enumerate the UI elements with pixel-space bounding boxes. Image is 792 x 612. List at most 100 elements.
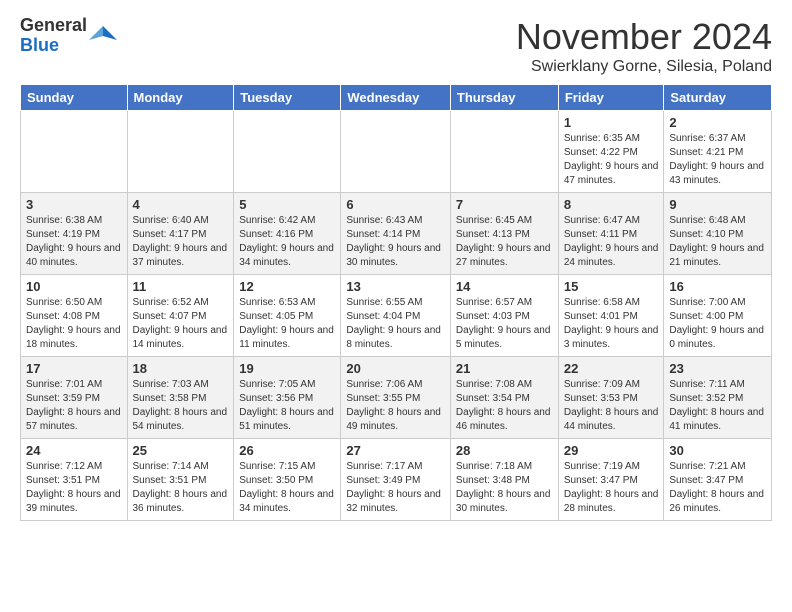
calendar-cell: 7 Sunrise: 6:45 AMSunset: 4:13 PMDayligh… [450,192,558,274]
day-info: Sunrise: 7:21 AMSunset: 3:47 PMDaylight:… [669,461,764,514]
day-number: 3 [26,197,122,212]
day-number: 29 [564,443,659,458]
day-number: 11 [133,279,229,294]
day-info: Sunrise: 6:52 AMSunset: 4:07 PMDaylight:… [133,297,228,350]
day-info: Sunrise: 6:53 AMSunset: 4:05 PMDaylight:… [239,297,334,350]
calendar-cell: 29 Sunrise: 7:19 AMSunset: 3:47 PMDaylig… [558,438,664,520]
week-row-1: 1 Sunrise: 6:35 AMSunset: 4:22 PMDayligh… [21,110,772,192]
calendar-cell: 1 Sunrise: 6:35 AMSunset: 4:22 PMDayligh… [558,110,664,192]
calendar-cell [234,110,341,192]
day-number: 20 [346,361,445,376]
day-number: 9 [669,197,766,212]
day-number: 30 [669,443,766,458]
week-row-3: 10 Sunrise: 6:50 AMSunset: 4:08 PMDaylig… [21,274,772,356]
calendar-cell: 14 Sunrise: 6:57 AMSunset: 4:03 PMDaylig… [450,274,558,356]
location-title: Swierklany Gorne, Silesia, Poland [516,58,772,76]
month-title: November 2024 [516,16,772,58]
day-info: Sunrise: 6:40 AMSunset: 4:17 PMDaylight:… [133,215,228,268]
day-number: 25 [133,443,229,458]
calendar-cell: 3 Sunrise: 6:38 AMSunset: 4:19 PMDayligh… [21,192,128,274]
day-number: 26 [239,443,335,458]
calendar-cell: 24 Sunrise: 7:12 AMSunset: 3:51 PMDaylig… [21,438,128,520]
logo-general: General [20,16,87,36]
day-info: Sunrise: 7:08 AMSunset: 3:54 PMDaylight:… [456,379,551,432]
day-info: Sunrise: 6:57 AMSunset: 4:03 PMDaylight:… [456,297,551,350]
day-info: Sunrise: 6:50 AMSunset: 4:08 PMDaylight:… [26,297,121,350]
day-info: Sunrise: 6:58 AMSunset: 4:01 PMDaylight:… [564,297,659,350]
day-number: 1 [564,115,659,130]
day-number: 27 [346,443,445,458]
calendar-cell: 20 Sunrise: 7:06 AMSunset: 3:55 PMDaylig… [341,356,451,438]
day-info: Sunrise: 7:14 AMSunset: 3:51 PMDaylight:… [133,461,228,514]
day-number: 19 [239,361,335,376]
title-area: November 2024 Swierklany Gorne, Silesia,… [516,16,772,76]
day-info: Sunrise: 7:09 AMSunset: 3:53 PMDaylight:… [564,379,659,432]
calendar-cell: 27 Sunrise: 7:17 AMSunset: 3:49 PMDaylig… [341,438,451,520]
day-number: 2 [669,115,766,130]
calendar-cell: 30 Sunrise: 7:21 AMSunset: 3:47 PMDaylig… [664,438,772,520]
day-number: 23 [669,361,766,376]
calendar-cell: 23 Sunrise: 7:11 AMSunset: 3:52 PMDaylig… [664,356,772,438]
day-info: Sunrise: 7:15 AMSunset: 3:50 PMDaylight:… [239,461,334,514]
calendar-cell: 17 Sunrise: 7:01 AMSunset: 3:59 PMDaylig… [21,356,128,438]
day-number: 28 [456,443,553,458]
calendar-cell: 15 Sunrise: 6:58 AMSunset: 4:01 PMDaylig… [558,274,664,356]
calendar-cell: 26 Sunrise: 7:15 AMSunset: 3:50 PMDaylig… [234,438,341,520]
calendar-cell: 8 Sunrise: 6:47 AMSunset: 4:11 PMDayligh… [558,192,664,274]
day-number: 22 [564,361,659,376]
day-info: Sunrise: 6:42 AMSunset: 4:16 PMDaylight:… [239,215,334,268]
day-info: Sunrise: 7:00 AMSunset: 4:00 PMDaylight:… [669,297,764,350]
day-number: 21 [456,361,553,376]
week-row-2: 3 Sunrise: 6:38 AMSunset: 4:19 PMDayligh… [21,192,772,274]
day-info: Sunrise: 7:12 AMSunset: 3:51 PMDaylight:… [26,461,121,514]
calendar-cell [21,110,128,192]
calendar: SundayMondayTuesdayWednesdayThursdayFrid… [20,84,772,521]
calendar-cell: 13 Sunrise: 6:55 AMSunset: 4:04 PMDaylig… [341,274,451,356]
header: General Blue November 2024 Swierklany Go… [20,16,772,76]
week-row-4: 17 Sunrise: 7:01 AMSunset: 3:59 PMDaylig… [21,356,772,438]
logo: General Blue [20,16,117,56]
calendar-cell [341,110,451,192]
calendar-cell: 21 Sunrise: 7:08 AMSunset: 3:54 PMDaylig… [450,356,558,438]
day-info: Sunrise: 7:19 AMSunset: 3:47 PMDaylight:… [564,461,659,514]
day-header-wednesday: Wednesday [341,84,451,110]
calendar-cell: 5 Sunrise: 6:42 AMSunset: 4:16 PMDayligh… [234,192,341,274]
logo-blue: Blue [20,36,87,56]
day-info: Sunrise: 6:35 AMSunset: 4:22 PMDaylight:… [564,133,659,186]
day-info: Sunrise: 6:48 AMSunset: 4:10 PMDaylight:… [669,215,764,268]
day-header-saturday: Saturday [664,84,772,110]
calendar-cell: 16 Sunrise: 7:00 AMSunset: 4:00 PMDaylig… [664,274,772,356]
day-info: Sunrise: 7:18 AMSunset: 3:48 PMDaylight:… [456,461,551,514]
day-info: Sunrise: 6:38 AMSunset: 4:19 PMDaylight:… [26,215,121,268]
day-number: 17 [26,361,122,376]
day-info: Sunrise: 7:05 AMSunset: 3:56 PMDaylight:… [239,379,334,432]
day-header-tuesday: Tuesday [234,84,341,110]
logo-area: General Blue [20,16,117,56]
day-header-thursday: Thursday [450,84,558,110]
calendar-cell: 10 Sunrise: 6:50 AMSunset: 4:08 PMDaylig… [21,274,128,356]
day-header-sunday: Sunday [21,84,128,110]
day-number: 5 [239,197,335,212]
day-number: 14 [456,279,553,294]
day-info: Sunrise: 7:06 AMSunset: 3:55 PMDaylight:… [346,379,441,432]
logo-bird-icon [89,22,117,50]
calendar-cell: 25 Sunrise: 7:14 AMSunset: 3:51 PMDaylig… [127,438,234,520]
day-number: 12 [239,279,335,294]
day-info: Sunrise: 7:01 AMSunset: 3:59 PMDaylight:… [26,379,121,432]
calendar-cell: 19 Sunrise: 7:05 AMSunset: 3:56 PMDaylig… [234,356,341,438]
day-header-friday: Friday [558,84,664,110]
day-info: Sunrise: 6:45 AMSunset: 4:13 PMDaylight:… [456,215,551,268]
calendar-cell [450,110,558,192]
calendar-cell: 11 Sunrise: 6:52 AMSunset: 4:07 PMDaylig… [127,274,234,356]
day-info: Sunrise: 7:17 AMSunset: 3:49 PMDaylight:… [346,461,441,514]
day-header-monday: Monday [127,84,234,110]
day-info: Sunrise: 6:55 AMSunset: 4:04 PMDaylight:… [346,297,441,350]
day-info: Sunrise: 7:03 AMSunset: 3:58 PMDaylight:… [133,379,228,432]
day-info: Sunrise: 6:37 AMSunset: 4:21 PMDaylight:… [669,133,764,186]
calendar-cell: 2 Sunrise: 6:37 AMSunset: 4:21 PMDayligh… [664,110,772,192]
day-number: 24 [26,443,122,458]
calendar-cell: 9 Sunrise: 6:48 AMSunset: 4:10 PMDayligh… [664,192,772,274]
calendar-cell: 12 Sunrise: 6:53 AMSunset: 4:05 PMDaylig… [234,274,341,356]
day-number: 7 [456,197,553,212]
day-info: Sunrise: 6:47 AMSunset: 4:11 PMDaylight:… [564,215,659,268]
